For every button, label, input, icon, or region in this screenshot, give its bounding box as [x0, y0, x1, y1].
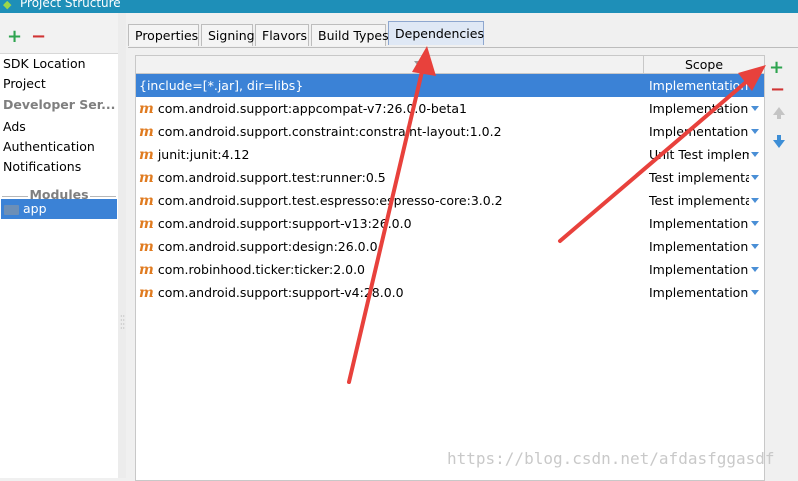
dependency-name: com.android.support:design:26.0.0	[157, 239, 378, 254]
table-row[interactable]: m com.robinhood.ticker:ticker:2.0.0 Implem…	[136, 258, 764, 281]
scope-cell[interactable]: Unit Test implem...	[643, 143, 749, 166]
tab-signing[interactable]: Signing	[201, 24, 255, 46]
module-item-app[interactable]: app	[1, 199, 117, 219]
left-toolbar: + −	[0, 13, 118, 46]
module-label: app	[23, 201, 47, 216]
scope-cell[interactable]: Implementation	[643, 120, 749, 143]
column-header-dependency[interactable]	[136, 56, 644, 73]
move-down-icon[interactable]	[773, 135, 785, 148]
dependency-toolbar: + −	[765, 55, 790, 479]
add-icon[interactable]: +	[7, 28, 22, 46]
table-row[interactable]: m com.android.support:support-v13:26.0.0 I…	[136, 212, 764, 235]
dependency-name: com.android.support:appcompat-v7:26.0.0-…	[157, 101, 467, 116]
maven-library-icon: m	[139, 285, 154, 301]
scope-cell[interactable]: Implementation	[643, 258, 749, 281]
nav-group-developer-services[interactable]: Developer Ser...	[3, 95, 115, 115]
dependency-name: junit:junit:4.12	[157, 147, 250, 162]
maven-library-icon: m	[139, 147, 154, 163]
panel-splitter[interactable]: ·· ·· ·· ··	[118, 13, 126, 478]
maven-library-icon: m	[139, 239, 154, 255]
dependency-cell: m com.android.support:design:26.0.0	[139, 235, 641, 258]
table-row[interactable]: m com.android.support:support-v4:28.0.0 Im…	[136, 281, 764, 304]
scope-cell[interactable]: Implementation	[643, 97, 749, 120]
nav-item-notifications[interactable]: Notifications	[3, 157, 81, 177]
dependency-cell: m com.android.support.test:runner:0.5	[139, 166, 641, 189]
tab-dependencies[interactable]: Dependencies	[388, 21, 484, 45]
scope-cell[interactable]: Implementation	[643, 212, 749, 235]
sort-arrow-icon	[414, 61, 422, 66]
table-row[interactable]: m com.android.support:appcompat-v7:26.0.0…	[136, 97, 764, 120]
dependency-cell: {include=[*.jar], dir=libs}	[139, 74, 641, 97]
dependency-name: {include=[*.jar], dir=libs}	[139, 78, 304, 93]
scope-dropdown-icon[interactable]	[751, 267, 759, 272]
dependency-name: com.android.support:support-v4:28.0.0	[157, 285, 404, 300]
scope-cell[interactable]: Test implementat...	[643, 166, 749, 189]
scope-dropdown-icon[interactable]	[751, 129, 759, 134]
window-title: Project Structure	[20, 0, 121, 10]
scope-cell[interactable]: Implementation	[643, 74, 749, 97]
nav-item-ads[interactable]: Ads	[3, 117, 26, 137]
splitter-grip: ·· ·· ·· ··	[120, 312, 126, 333]
title-bar: ◆ Project Structure	[0, 0, 798, 13]
scope-cell[interactable]: Implementation	[643, 281, 749, 304]
dependency-cell: m com.android.support:support-v13:26.0.0	[139, 212, 641, 235]
dependency-name: com.android.support.test.espresso:espres…	[157, 193, 503, 208]
dependency-cell: m com.android.support.constraint:constrai…	[139, 120, 641, 143]
table-row[interactable]: mjunit:junit:4.12Unit Test implem...	[136, 143, 764, 166]
tab-properties[interactable]: Properties	[128, 24, 199, 46]
dependency-cell: m com.android.support:appcompat-v7:26.0.0…	[139, 97, 641, 120]
dependency-name: com.android.support.test:runner:0.5	[157, 170, 386, 185]
maven-library-icon: m	[139, 193, 154, 209]
maven-library-icon: m	[139, 101, 154, 117]
maven-library-icon: m	[139, 262, 154, 278]
scope-cell[interactable]: Implementation	[643, 235, 749, 258]
scope-dropdown-icon[interactable]	[751, 175, 759, 180]
scope-dropdown-icon[interactable]	[751, 198, 759, 203]
table-header: Scope	[136, 56, 764, 74]
move-up-icon[interactable]	[773, 107, 785, 119]
dependency-cell: m com.robinhood.ticker:ticker:2.0.0	[139, 258, 641, 281]
tab-flavors[interactable]: Flavors	[255, 24, 309, 46]
dependency-cell: m com.android.support:support-v4:28.0.0	[139, 281, 641, 304]
table-row[interactable]: {include=[*.jar], dir=libs} Implementatio…	[136, 74, 764, 97]
dependencies-table: Scope {include=[*.jar], dir=libs} Impleme…	[135, 55, 765, 481]
table-row[interactable]: m com.android.support.test:runner:0.5 Test…	[136, 166, 764, 189]
remove-icon[interactable]: −	[31, 28, 46, 46]
nav-item-project[interactable]: Project	[3, 74, 46, 94]
nav-item-authentication[interactable]: Authentication	[3, 137, 95, 157]
table-row[interactable]: m com.android.support.test.espresso:espre…	[136, 189, 764, 212]
column-header-scope[interactable]: Scope	[644, 56, 764, 73]
scope-cell[interactable]: Test implementat...	[643, 189, 749, 212]
table-row[interactable]: m com.android.support.constraint:constrai…	[136, 120, 764, 143]
dependency-cell: m junit:junit:4.12	[139, 143, 641, 166]
dependency-cell: m com.android.support.test.espresso:espre…	[139, 189, 641, 212]
scope-dropdown-icon[interactable]	[751, 106, 759, 111]
watermark: https://blog.csdn.net/afdasfggasdf	[447, 449, 775, 468]
dependency-name: com.android.support.constraint:constrain…	[157, 124, 502, 139]
table-row[interactable]: m com.android.support:design:26.0.0 Implem…	[136, 235, 764, 258]
scope-dropdown-icon[interactable]	[751, 244, 759, 249]
remove-dependency-icon[interactable]: −	[770, 81, 785, 99]
dependency-name: com.android.support:support-v13:26.0.0	[157, 216, 412, 231]
scope-dropdown-icon[interactable]	[751, 290, 759, 295]
module-folder-icon	[4, 205, 19, 215]
android-studio-icon: ◆	[3, 0, 12, 11]
dependencies-panel: Scope {include=[*.jar], dir=libs} Impleme…	[128, 47, 798, 481]
scope-dropdown-icon[interactable]	[751, 221, 759, 226]
maven-library-icon: m	[139, 124, 154, 140]
dependency-name: com.robinhood.ticker:ticker:2.0.0	[157, 262, 365, 277]
maven-library-icon: m	[139, 170, 154, 186]
maven-library-icon: m	[139, 216, 154, 232]
left-panel: + − SDK Location Project Developer Ser..…	[0, 13, 119, 478]
nav-list: SDK Location Project Developer Ser... Ad…	[0, 53, 118, 478]
tab-build-types[interactable]: Build Types	[311, 24, 389, 46]
add-dependency-icon[interactable]: +	[769, 59, 784, 77]
nav-item-sdk-location[interactable]: SDK Location	[3, 54, 86, 74]
scope-dropdown-icon[interactable]	[751, 152, 759, 157]
